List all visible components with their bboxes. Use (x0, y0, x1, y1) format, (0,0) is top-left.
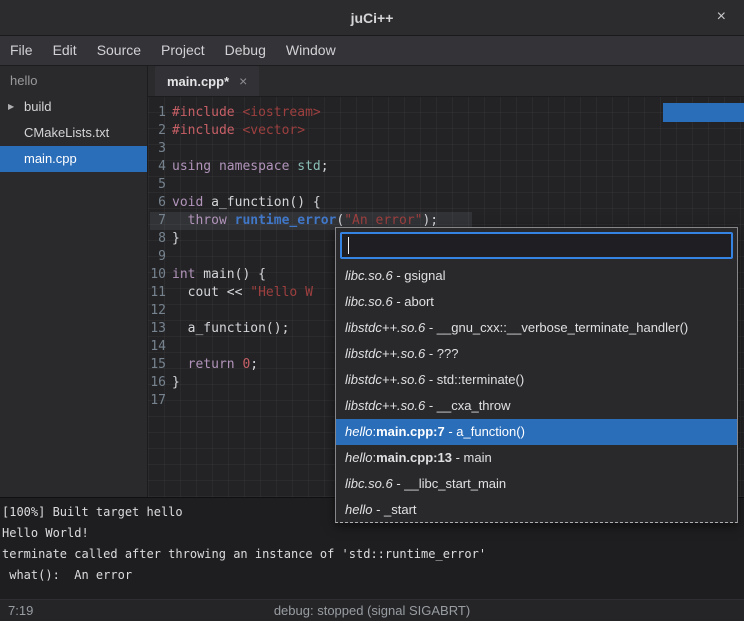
tab-label: main.cpp* (167, 74, 229, 89)
tree-item-label: CMakeLists.txt (24, 125, 109, 140)
backtrace-item[interactable]: libc.so.6 - __libc_start_main (336, 471, 737, 497)
tree-item-cmakelists-txt[interactable]: CMakeLists.txt (0, 120, 147, 146)
window-title: juCi++ (0, 0, 744, 36)
tree-item-build[interactable]: ▶ build (0, 94, 147, 120)
code-line[interactable]: 2 #include <vector> (150, 122, 744, 140)
line-number: 7 (150, 212, 166, 230)
backtrace-item[interactable]: hello - _start (336, 497, 737, 523)
code-line[interactable]: 3 (150, 140, 744, 158)
code-line[interactable]: 6 void a_function() { (150, 194, 744, 212)
tree-item-label: main.cpp (24, 151, 77, 166)
tab-main-cpp[interactable]: main.cpp* × (155, 66, 259, 96)
line-number: 11 (150, 284, 166, 302)
expander-icon[interactable]: ▶ (8, 94, 14, 120)
line-number: 2 (150, 122, 166, 140)
sidebar: hello ▶ build CMakeLists.txt main.cpp (0, 66, 148, 497)
line-number: 8 (150, 230, 166, 248)
code-text: int main() { (172, 266, 266, 284)
backtrace-item[interactable]: libc.so.6 - abort (336, 289, 737, 315)
backtrace-item[interactable]: hello:main.cpp:7 - a_function() (336, 419, 737, 445)
backtrace-item[interactable]: libstdc++.so.6 - ??? (336, 341, 737, 367)
menu-item-source[interactable]: Source (87, 36, 151, 65)
code-text: #include <vector> (172, 122, 305, 140)
line-number: 9 (150, 248, 166, 266)
tree-item-main-cpp[interactable]: main.cpp (0, 146, 147, 172)
text-caret (348, 237, 349, 254)
scrollbar-thumb[interactable] (663, 103, 744, 122)
line-number: 1 (150, 104, 166, 122)
line-number: 6 (150, 194, 166, 212)
line-number: 15 (150, 356, 166, 374)
code-text: a_function(); (172, 320, 289, 338)
app-window: juCi++ × FileEditSourceProjectDebugWindo… (0, 0, 744, 621)
line-number: 14 (150, 338, 166, 356)
terminal-line: terminate called after throwing an insta… (2, 544, 742, 565)
backtrace-item[interactable]: libstdc++.so.6 - __gnu_cxx::__verbose_te… (336, 315, 737, 341)
code-line[interactable]: 5 (150, 176, 744, 194)
backtrace-item[interactable]: hello:main.cpp:13 - main (336, 445, 737, 471)
tab-close-icon[interactable]: × (239, 73, 247, 89)
tree-item-label: build (24, 99, 51, 114)
code-text: } (172, 230, 180, 248)
menu-item-project[interactable]: Project (151, 36, 215, 65)
code-text: using namespace std; (172, 158, 329, 176)
line-number: 12 (150, 302, 166, 320)
code-text: } (172, 374, 180, 392)
status-bar: 7:19 debug: stopped (signal SIGABRT) (0, 599, 744, 621)
line-number: 17 (150, 392, 166, 410)
menu-item-window[interactable]: Window (276, 36, 346, 65)
code-text: return 0; (172, 356, 258, 374)
tab-bar: main.cpp* × (148, 66, 744, 97)
line-number: 4 (150, 158, 166, 176)
terminal-line: Hello World! (2, 523, 742, 544)
backtrace-search-input[interactable] (346, 235, 726, 256)
line-number: 13 (150, 320, 166, 338)
menu-item-file[interactable]: File (0, 36, 43, 65)
file-tree: ▶ build CMakeLists.txt main.cpp (0, 94, 147, 172)
backtrace-popup: libc.so.6 - gsignallibc.so.6 - abortlibs… (335, 227, 738, 523)
backtrace-item[interactable]: libstdc++.so.6 - std::terminate() (336, 367, 737, 393)
backtrace-list: libc.so.6 - gsignallibc.so.6 - abortlibs… (336, 263, 737, 523)
menu-item-edit[interactable]: Edit (43, 36, 87, 65)
terminal-line: what(): An error (2, 565, 742, 586)
menu-bar: FileEditSourceProjectDebugWindow (0, 36, 744, 66)
code-text: cout << "Hello W (172, 284, 313, 302)
title-bar: juCi++ × (0, 0, 744, 36)
line-number: 16 (150, 374, 166, 392)
line-number: 10 (150, 266, 166, 284)
debug-status: debug: stopped (signal SIGABRT) (0, 600, 744, 621)
line-number: 3 (150, 140, 166, 158)
code-line[interactable]: 4 using namespace std; (150, 158, 744, 176)
close-icon[interactable]: × (713, 0, 730, 34)
backtrace-item[interactable]: libstdc++.so.6 - __cxa_throw (336, 393, 737, 419)
code-text: #include <iostream> (172, 104, 321, 122)
backtrace-item[interactable]: libc.so.6 - gsignal (336, 263, 737, 289)
code-line[interactable]: 1 #include <iostream> (150, 104, 744, 122)
backtrace-search-field[interactable] (340, 232, 733, 259)
project-root-label: hello (0, 66, 147, 94)
menu-item-debug[interactable]: Debug (215, 36, 276, 65)
line-number: 5 (150, 176, 166, 194)
code-text: void a_function() { (172, 194, 321, 212)
